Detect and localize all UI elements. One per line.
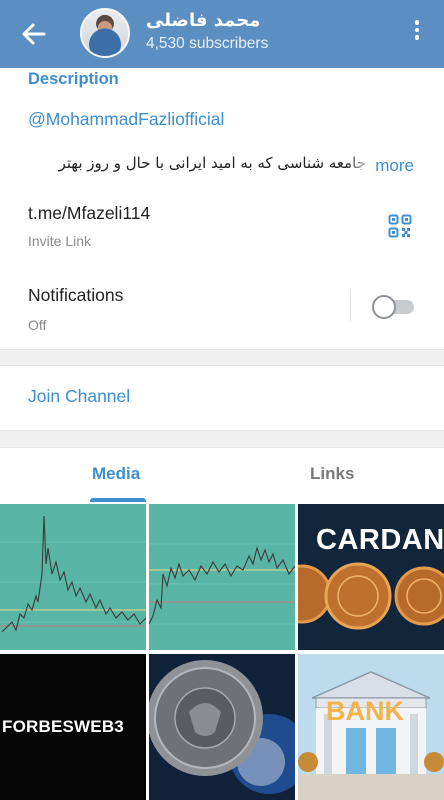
notifications-label[interactable]: Notifications [28, 285, 123, 306]
media-thumbnail-chart[interactable] [0, 504, 146, 650]
qr-code-icon[interactable] [388, 214, 412, 238]
channel-name: محمد فاضلی [146, 10, 261, 31]
toggle-knob [372, 295, 396, 319]
section-divider [0, 349, 444, 366]
divider [350, 289, 351, 321]
media-tabs: Media Links [0, 448, 444, 504]
channel-handle-link[interactable]: @MohammadFazliofficial [28, 109, 224, 130]
avatar[interactable] [80, 8, 130, 58]
header-title: محمد فاضلی 4,530 subscribers [146, 10, 268, 53]
media-thumbnail-forbes[interactable]: FORBESWEB3 [0, 654, 146, 800]
tab-media[interactable]: Media [92, 464, 140, 484]
more-vertical-icon[interactable] [412, 20, 422, 46]
tab-indicator [90, 498, 146, 502]
media-thumbnail-cardano[interactable]: CARDAN [298, 504, 444, 650]
tab-links[interactable]: Links [310, 464, 354, 484]
description-fade [346, 154, 374, 178]
invite-link-label: Invite Link [28, 233, 92, 249]
channel-header: محمد فاضلی 4,530 subscribers [0, 0, 444, 68]
section-divider [0, 430, 444, 448]
invite-link[interactable]: t.me/Mfazeli114 [28, 203, 150, 224]
description-text: جامعه شناسی که به امید ایرانی با حال و ر… [58, 154, 366, 172]
media-thumbnail-bank[interactable]: BANK [298, 654, 444, 800]
description-label: Description [28, 70, 119, 88]
join-channel-button[interactable]: Join Channel [28, 386, 130, 407]
join-channel-row[interactable]: Join Channel [0, 366, 444, 430]
media-thumbnail-chart[interactable] [149, 504, 295, 650]
description-row: جامعه شناسی که به امید ایرانی با حال و ر… [0, 154, 444, 180]
media-thumbnail-sec-xrp[interactable] [149, 654, 295, 800]
media-grid: CARDAN FORBESWEB3 BANK [0, 504, 444, 800]
forbes-title: FORBESWEB3 [2, 717, 124, 736]
more-button[interactable]: more [375, 156, 414, 176]
arrow-left-icon[interactable] [18, 18, 50, 50]
subscriber-count: 4,530 subscribers [146, 35, 269, 52]
cardano-title: CARDAN [316, 524, 444, 556]
notifications-state: Off [28, 317, 47, 333]
bank-title: BANK [326, 696, 404, 726]
notifications-toggle[interactable] [372, 295, 414, 319]
